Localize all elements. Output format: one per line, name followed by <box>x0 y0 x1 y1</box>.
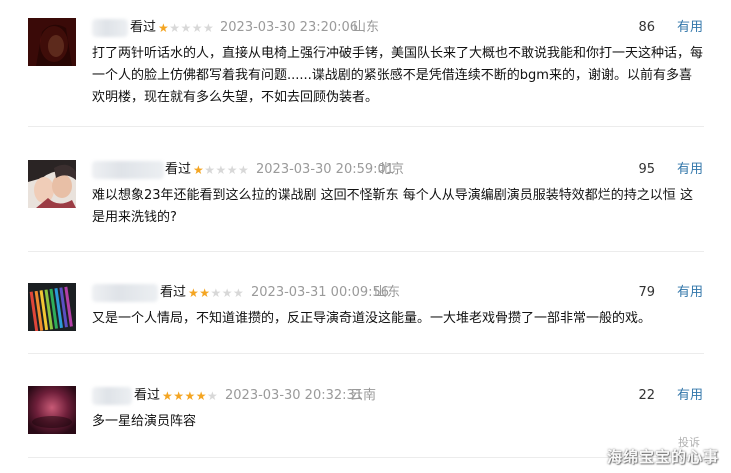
divider <box>28 251 704 252</box>
avatar-image <box>28 160 76 208</box>
watched-status: 看过 <box>165 162 192 177</box>
username-blurred[interactable] <box>92 161 164 179</box>
username-blurred[interactable] <box>92 284 158 302</box>
avatar[interactable] <box>28 18 76 66</box>
avatar[interactable] <box>28 160 76 208</box>
rating-stars: ★★★★★ <box>193 160 249 180</box>
comment-location: 北京 <box>378 162 405 177</box>
comment-time: 2023-03-31 00:09:56 <box>251 285 390 300</box>
rating-stars: ★★★★★ <box>162 386 218 406</box>
comment-location: 山东 <box>374 285 401 300</box>
star-icon: ★ <box>193 163 205 177</box>
divider <box>28 457 704 458</box>
comment-location: 云南 <box>350 388 377 403</box>
comment-text: 多一星给演员阵容 <box>92 414 197 429</box>
star-icon: ★★★ <box>210 286 245 300</box>
useful-button[interactable]: 有用 <box>677 283 703 303</box>
watched-status: 看过 <box>134 388 161 403</box>
comment-time: 2023-03-30 20:59:01 <box>256 162 395 177</box>
star-icon: ★★★★ <box>204 163 250 177</box>
rating-stars: ★★★★★ <box>188 283 244 303</box>
star-icon: ★ <box>207 389 219 403</box>
star-icon: ★★ <box>188 286 211 300</box>
avatar-image <box>28 386 76 434</box>
divider <box>28 353 704 354</box>
avatar-image <box>28 18 76 66</box>
comment-time: 2023-03-30 23:20:06 <box>220 20 359 35</box>
votes-count: 79 <box>638 285 655 300</box>
watermark: 海绵宝宝的心事 <box>606 448 719 466</box>
votes-count: 95 <box>638 162 655 177</box>
star-icon: ★★★★ <box>169 21 215 35</box>
star-icon: ★ <box>158 21 170 35</box>
comment-text: 又是一个人情局，不知道谁攒的，反正导演奇道没这能量。一大堆老戏骨攒了一部非常一般… <box>92 311 652 326</box>
watched-status: 看过 <box>130 20 157 35</box>
useful-button[interactable]: 有用 <box>677 160 703 180</box>
watched-status: 看过 <box>160 285 187 300</box>
comment-text: 打了两针听话水的人，直接从电椅上强行冲破手铐，美国队长来了大概也不敢说我能和你打… <box>92 46 704 105</box>
comment-time: 2023-03-30 20:32:31 <box>225 388 364 403</box>
username-blurred[interactable] <box>92 387 132 405</box>
useful-button[interactable]: 有用 <box>677 18 703 38</box>
comment-location: 山东 <box>353 20 380 35</box>
avatar-image <box>28 283 76 331</box>
votes-count: 86 <box>638 20 655 35</box>
avatar[interactable] <box>28 283 76 331</box>
votes-count: 22 <box>638 388 655 403</box>
star-icon: ★★★★ <box>162 389 208 403</box>
rating-stars: ★★★★★ <box>158 18 214 38</box>
avatar[interactable] <box>28 386 76 434</box>
useful-button[interactable]: 有用 <box>677 386 703 406</box>
comment-text: 难以想象23年还能看到这么拉的谍战剧 这回不怪靳东 每个人从导演编剧演员服装特效… <box>92 188 693 225</box>
divider <box>28 126 704 127</box>
username-blurred[interactable] <box>92 19 128 37</box>
